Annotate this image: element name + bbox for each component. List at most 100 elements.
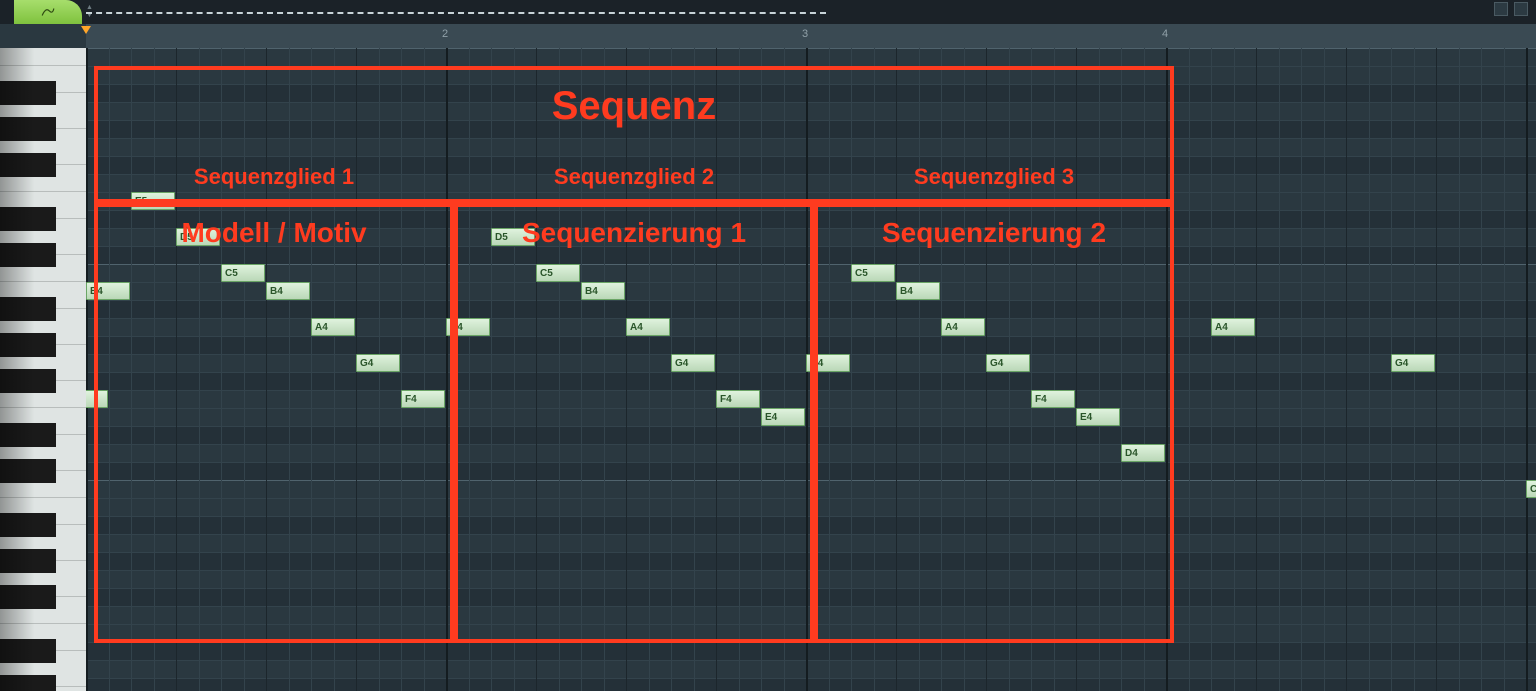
playhead-marker[interactable] — [81, 26, 91, 34]
black-key[interactable] — [0, 549, 56, 573]
bar-number: 2 — [442, 28, 448, 40]
midi-note[interactable]: F4 — [86, 390, 108, 408]
beat-line — [424, 48, 425, 691]
piano-keyboard[interactable] — [0, 48, 86, 691]
midi-note[interactable]: B4 — [266, 282, 310, 300]
black-key[interactable] — [0, 459, 56, 483]
midi-note[interactable]: E5 — [131, 192, 175, 210]
black-key[interactable] — [0, 585, 56, 609]
black-key[interactable] — [0, 207, 56, 231]
lane-option-a-button[interactable] — [1494, 2, 1508, 16]
grid-row — [86, 246, 1536, 264]
black-key[interactable] — [0, 639, 56, 663]
black-key[interactable] — [0, 297, 56, 321]
midi-note[interactable]: D4 — [1121, 444, 1165, 462]
midi-note[interactable]: A4 — [446, 318, 490, 336]
grid-row — [86, 102, 1536, 120]
beat-line — [896, 48, 897, 691]
grid-row — [86, 642, 1536, 660]
midi-note[interactable]: E4 — [761, 408, 805, 426]
white-key[interactable] — [0, 48, 86, 66]
grid-row — [86, 660, 1536, 678]
beat-line — [761, 48, 762, 691]
grid-row — [86, 156, 1536, 174]
grid-row — [86, 138, 1536, 156]
grid-row — [86, 570, 1536, 588]
beat-line — [1211, 48, 1212, 691]
grid-row — [86, 174, 1536, 192]
beat-line — [851, 48, 852, 691]
beat-line — [919, 48, 920, 691]
midi-note[interactable]: D5 — [491, 228, 535, 246]
beat-line — [491, 48, 492, 691]
beat-line — [581, 48, 582, 691]
grid-row — [86, 480, 1536, 498]
grid-row — [86, 678, 1536, 691]
black-key[interactable] — [0, 675, 56, 691]
grid-row — [86, 228, 1536, 246]
midi-note[interactable]: D5 — [176, 228, 220, 246]
bar-line — [86, 48, 88, 691]
black-key[interactable] — [0, 117, 56, 141]
beat-line — [469, 48, 470, 691]
beat-line — [941, 48, 942, 691]
grid-row — [86, 606, 1536, 624]
midi-note[interactable]: F4 — [716, 390, 760, 408]
midi-note[interactable]: A4 — [941, 318, 985, 336]
beat-line — [311, 48, 312, 691]
beat-line — [964, 48, 965, 691]
piano-roll-grid[interactable]: B4E5D5C5B4A4G4F4F4A4D5C5B4A4G4F4E4G4C5B4… — [86, 48, 1536, 691]
midi-note[interactable]: A4 — [1211, 318, 1255, 336]
beat-line — [1054, 48, 1055, 691]
beat-line — [1504, 48, 1505, 691]
beat-line — [131, 48, 132, 691]
automation-envelope-line — [86, 12, 826, 14]
grid-row — [86, 552, 1536, 570]
beat-line — [334, 48, 335, 691]
black-key[interactable] — [0, 423, 56, 447]
beat-line — [1481, 48, 1482, 691]
midi-note[interactable]: F4 — [401, 390, 445, 408]
midi-note[interactable]: F4 — [1031, 390, 1075, 408]
midi-note[interactable]: G4 — [671, 354, 715, 372]
midi-note[interactable]: G4 — [356, 354, 400, 372]
midi-note[interactable]: C4 — [1526, 480, 1536, 498]
midi-note[interactable]: C5 — [221, 264, 265, 282]
grid-row — [86, 444, 1536, 462]
midi-note[interactable]: E4 — [1076, 408, 1120, 426]
midi-note[interactable]: B4 — [896, 282, 940, 300]
beat-line — [266, 48, 267, 691]
beat-line — [1279, 48, 1280, 691]
beat-line — [784, 48, 785, 691]
midi-note[interactable]: A4 — [626, 318, 670, 336]
black-key[interactable] — [0, 513, 56, 537]
envelope-icon — [41, 5, 55, 19]
grid-row — [86, 264, 1536, 282]
midi-note[interactable]: G4 — [1391, 354, 1435, 372]
bar-number: 4 — [1162, 28, 1168, 40]
beat-line — [109, 48, 110, 691]
midi-note[interactable]: C5 — [851, 264, 895, 282]
timeline-ruler[interactable]: 234 — [86, 24, 1536, 48]
midi-note[interactable]: C5 — [536, 264, 580, 282]
beat-line — [739, 48, 740, 691]
beat-line — [1234, 48, 1235, 691]
lane-option-b-button[interactable] — [1514, 2, 1528, 16]
black-key[interactable] — [0, 153, 56, 177]
black-key[interactable] — [0, 243, 56, 267]
beat-line — [1121, 48, 1122, 691]
midi-note[interactable]: B4 — [86, 282, 130, 300]
midi-note[interactable]: G4 — [806, 354, 850, 372]
beat-line — [1301, 48, 1302, 691]
beat-line — [649, 48, 650, 691]
midi-note[interactable]: B4 — [581, 282, 625, 300]
black-key[interactable] — [0, 369, 56, 393]
beat-line — [1031, 48, 1032, 691]
midi-note[interactable]: A4 — [311, 318, 355, 336]
black-key[interactable] — [0, 81, 56, 105]
grid-row — [86, 210, 1536, 228]
midi-note[interactable]: G4 — [986, 354, 1030, 372]
lane-tab[interactable] — [14, 0, 82, 24]
grid-row — [86, 318, 1536, 336]
black-key[interactable] — [0, 333, 56, 357]
